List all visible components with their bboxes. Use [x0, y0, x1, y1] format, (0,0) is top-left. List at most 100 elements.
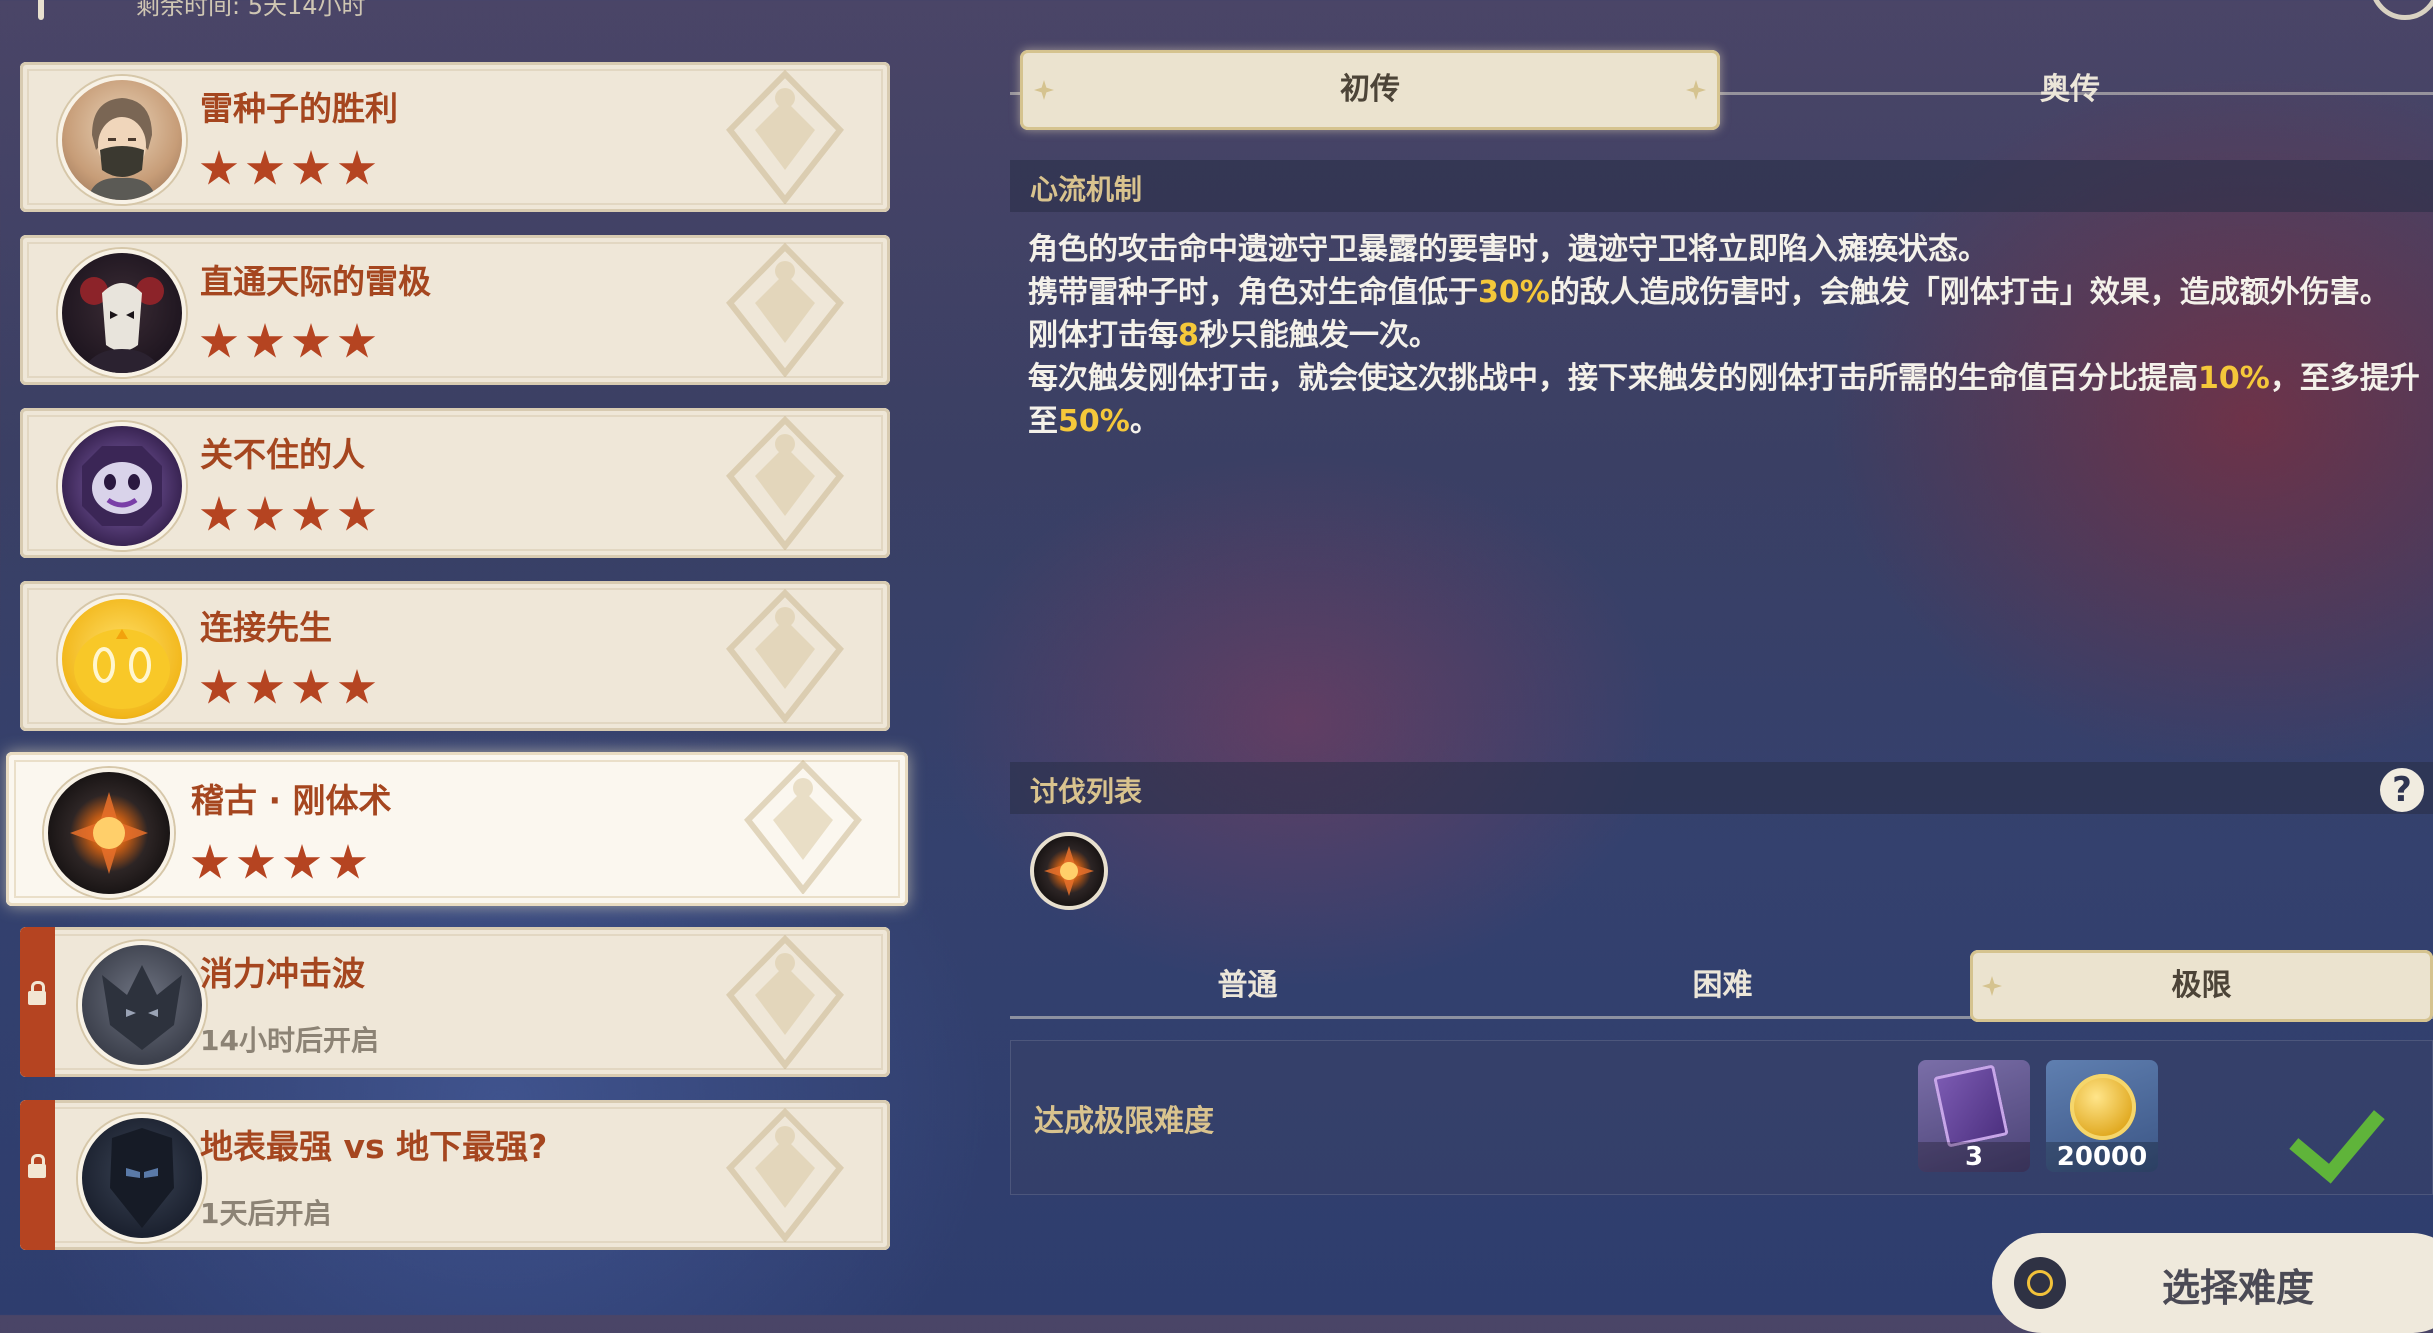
marker-icon [38, 0, 44, 20]
stage-tabs: 初传 奥传 [1010, 50, 2433, 135]
tab-advanced-stage[interactable]: 奥传 [1730, 50, 2410, 130]
highlight-value: 10% [2198, 361, 2270, 396]
challenge-card-3[interactable]: 关不住的人 [20, 408, 890, 558]
star-icon [246, 323, 284, 358]
close-button[interactable] [2370, 0, 2433, 20]
star-icon [283, 844, 321, 879]
star-rating [200, 669, 376, 707]
challenge-card-6-locked[interactable]: 消力冲击波 14小时后开启 [20, 927, 890, 1077]
desc-text: 秒只能触发一次。 [1198, 318, 1439, 353]
star-icon [338, 150, 376, 185]
challenge-card-4[interactable]: 连接先生 [20, 581, 890, 731]
desc-text: 。 [1129, 404, 1160, 439]
emblem-icon [726, 243, 844, 377]
challenge-title: 地表最强 vs 地下最强? [200, 1127, 548, 1166]
highlight-value: 50% [1058, 404, 1130, 439]
desc-line-2: 携带雷种子时，角色对生命值低于30%的敌人造成伤害时，会触发「刚体打击」效果，造… [1028, 271, 2428, 314]
difficulty-extreme[interactable]: 极限 [1970, 950, 2433, 1022]
challenge-card-5-selected[interactable]: 稽古 · 刚体术 [6, 752, 908, 906]
stone-beast-avatar [78, 941, 206, 1069]
star-rating [200, 150, 376, 188]
reward-item-book[interactable]: 3 [1918, 1060, 2030, 1172]
challenge-title: 消力冲击波 [200, 954, 365, 993]
emblem-icon [726, 935, 844, 1069]
check-icon [2289, 1084, 2385, 1184]
book-icon [1933, 1064, 2009, 1148]
star-icon [292, 323, 330, 358]
star-icon [292, 669, 330, 704]
ruin-guard-core-enemy-icon[interactable] [1030, 832, 1108, 910]
challenge-title: 连接先生 [200, 608, 332, 647]
select-difficulty-label: 选择难度 [2162, 1266, 2315, 1310]
desc-text: 的敌人造成伤害时，会触发「刚体打击」效果，造成额外伤害。 [1549, 275, 2390, 310]
desc-text: 刚体打击每 [1028, 318, 1178, 353]
mechanic-heading: 心流机制 [1030, 173, 1143, 206]
tab-first-stage[interactable]: 初传 [1020, 50, 1720, 130]
difficulty-tabs: 普通 困难 极限 [1010, 950, 2433, 1025]
tab-label: 初传 [1340, 72, 1400, 107]
star-icon [338, 669, 376, 704]
emblem-icon [744, 760, 862, 894]
challenge-card-1[interactable]: 雷种子的胜利 [20, 62, 890, 212]
help-icon[interactable]: ? [2380, 768, 2424, 812]
challenge-title: 稽古 · 刚体术 [191, 781, 392, 820]
purple-golem-avatar [58, 422, 186, 550]
star-icon [200, 669, 238, 704]
star-icon [200, 150, 238, 185]
enemy-list-header: 讨伐列表 [1010, 762, 2433, 814]
desc-text: 携带雷种子时，角色对生命值低于 [1028, 275, 1478, 310]
reward-count: 20000 [2046, 1142, 2158, 1172]
challenge-card-2[interactable]: 直通天际的雷极 [20, 235, 890, 385]
star-icon [237, 844, 275, 879]
ruin-guard-core-avatar [44, 768, 174, 898]
sparkle-icon [1982, 976, 2002, 996]
masked-mage-avatar [58, 249, 186, 377]
emblem-icon [726, 589, 844, 723]
dark-knight-avatar [78, 1114, 206, 1242]
star-icon [246, 496, 284, 531]
lock-icon [28, 981, 46, 1005]
star-rating [191, 844, 367, 882]
tab-label: 奥传 [2040, 72, 2100, 107]
lock-icon [28, 1154, 46, 1178]
star-icon [329, 844, 367, 879]
challenge-title: 直通天际的雷极 [200, 262, 431, 301]
star-icon [246, 150, 284, 185]
highlight-value: 8 [1178, 318, 1199, 353]
reward-item-mora[interactable]: 20000 [2046, 1060, 2158, 1172]
unlock-time: 1天后开启 [200, 1197, 332, 1230]
emblem-icon [726, 1108, 844, 1242]
reward-label: 达成极限难度 [1034, 1104, 1214, 1139]
masked-man-avatar [58, 76, 186, 204]
sparkle-icon [1686, 80, 1706, 100]
difficulty-normal[interactable]: 普通 [1010, 950, 1485, 1022]
emblem-icon [726, 70, 844, 204]
mechanic-description: 角色的攻击命中遗迹守卫暴露的要害时，遗迹守卫将立即陷入瘫痪状态。 携带雷种子时，… [1028, 228, 2428, 443]
star-icon [292, 496, 330, 531]
desc-line-1: 角色的攻击命中遗迹守卫暴露的要害时，遗迹守卫将立即陷入瘫痪状态。 [1028, 232, 1988, 267]
star-icon [191, 844, 229, 879]
unlock-time: 14小时后开启 [200, 1024, 379, 1057]
reward-panel: 达成极限难度 3 20000 [1010, 1040, 2433, 1195]
star-rating [200, 323, 376, 361]
emblem-icon [726, 416, 844, 550]
top-bar: 剩余时间: 5天14小时 [0, 0, 1000, 20]
star-icon [200, 496, 238, 531]
challenge-title: 雷种子的胜利 [200, 89, 398, 128]
sparkle-icon [1034, 80, 1054, 100]
confirm-ring-icon [2014, 1257, 2066, 1309]
desc-line-4: 每次触发刚体打击，就会使这次挑战中，接下来触发的刚体打击所需的生命值百分比提高1… [1028, 357, 2428, 443]
desc-text: 每次触发刚体打击，就会使这次挑战中，接下来触发的刚体打击所需的生命值百分比提高 [1028, 361, 2198, 396]
challenge-card-7-locked[interactable]: 地表最强 vs 地下最强? 1天后开启 [20, 1100, 890, 1250]
challenge-title: 关不住的人 [200, 435, 365, 474]
lock-bar [20, 1100, 55, 1250]
desc-line-3: 刚体打击每8秒只能触发一次。 [1028, 314, 2428, 357]
star-icon [292, 150, 330, 185]
star-icon [246, 669, 284, 704]
highlight-value: 30% [1478, 275, 1550, 310]
star-icon [200, 323, 238, 358]
difficulty-hard[interactable]: 困难 [1485, 950, 1960, 1022]
select-difficulty-button[interactable]: 选择难度 [1992, 1233, 2433, 1333]
remaining-time: 剩余时间: 5天14小时 [136, 0, 366, 20]
mora-coin-icon [2070, 1074, 2136, 1140]
